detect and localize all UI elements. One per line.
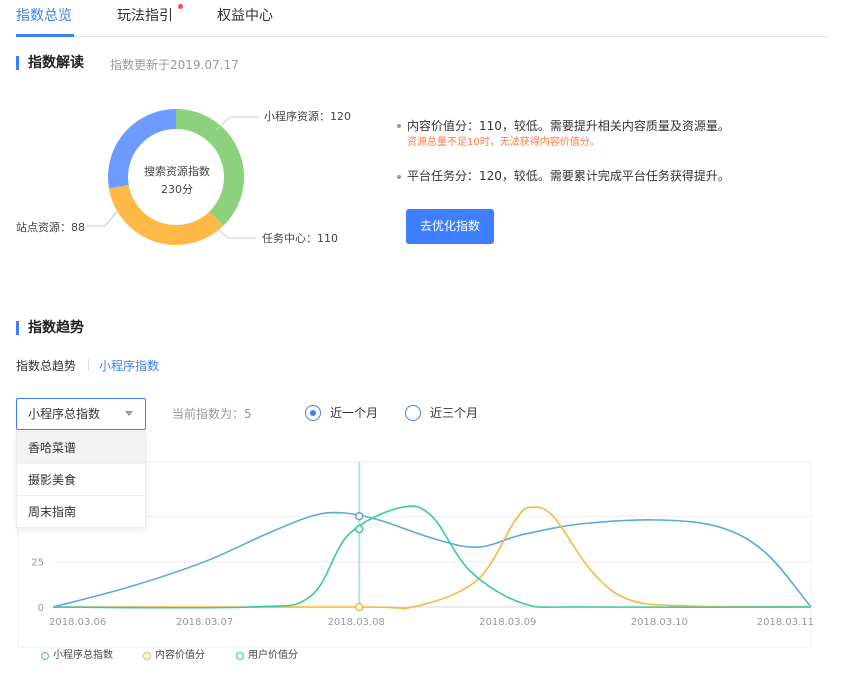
x-tick-label: 2018.03.09 <box>479 617 536 628</box>
series-point <box>354 524 364 534</box>
series-point <box>354 511 364 521</box>
y-tick-label: 25 <box>31 558 44 569</box>
dropdown-option[interactable]: 香哈菜谱 <box>17 432 145 464</box>
x-tick-label: 2018.03.08 <box>328 617 385 628</box>
x-tick-label: 2018.03.06 <box>49 617 106 628</box>
x-tick-label: 2018.03.07 <box>176 617 233 628</box>
legend-label: 用户价值分 <box>248 650 298 661</box>
series-point <box>354 602 364 612</box>
legend-label: 内容价值分 <box>155 650 205 661</box>
trend-line-chart: 025502018.03.062018.03.072018.03.082018.… <box>17 461 814 648</box>
dropdown-option[interactable]: 摄影美食 <box>17 464 145 496</box>
legend-marker <box>41 652 49 660</box>
x-tick-label: 2018.03.10 <box>631 617 688 628</box>
series-line <box>52 505 812 609</box>
y-tick-label: 0 <box>38 603 44 614</box>
legend-label: 小程序总指数 <box>53 650 113 661</box>
select-dropdown-menu: 香哈菜谱 摄影美食 周末指南 <box>16 431 146 528</box>
legend-marker <box>236 652 244 660</box>
legend-marker <box>143 652 151 660</box>
series-line <box>52 511 812 608</box>
x-tick-label: 2018.03.11 <box>757 617 814 628</box>
dropdown-option[interactable]: 周末指南 <box>17 496 145 528</box>
